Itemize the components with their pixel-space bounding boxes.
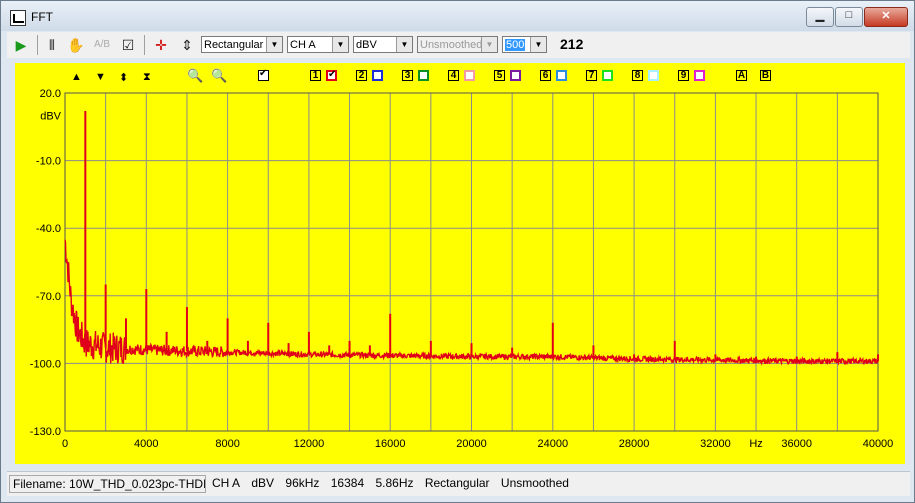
status-fft-size: 16384 xyxy=(330,476,365,490)
y-tick-label: -70.0 xyxy=(36,291,61,303)
fft-chart: 20.0 -10.0 -40.0 -70.0 -100.0 -130.0 dBV 0 4000 8… xyxy=(30,88,894,450)
y-tick-label: -10.0 xyxy=(36,156,61,168)
y-tick-label: -130.0 xyxy=(30,426,61,438)
x-tick-label: 12000 xyxy=(294,438,325,450)
x-tick-label: 40000 xyxy=(863,438,894,450)
status-filename: Filename: 10W_THD_0.023pc-THDN_0.xxx xyxy=(9,475,206,493)
x-tick-label: 8000 xyxy=(215,438,239,450)
status-bar: Filename: 10W_THD_0.023pc-THDN_0.xxx CH … xyxy=(7,471,910,496)
y-tick-label: -40.0 xyxy=(36,223,61,235)
x-axis-label: Hz xyxy=(749,438,762,450)
status-sample-rate: 96kHz xyxy=(285,476,320,490)
x-tick-label: 0 xyxy=(62,438,68,450)
y-axis-label: dBV xyxy=(40,111,61,123)
status-window: Rectangular xyxy=(424,476,490,490)
x-tick-label: 24000 xyxy=(538,438,569,450)
x-tick-label: 32000 xyxy=(700,438,731,450)
fft-window: FFT ▁ □ ✕ ▶ ⫴ ✋ A/B ☑ ✛ ⇕ Rectangular ▼ C… xyxy=(0,0,915,503)
x-tick-label: 28000 xyxy=(619,438,650,450)
x-tick-label: 20000 xyxy=(456,438,487,450)
y-tick-label: -100.0 xyxy=(30,358,61,370)
x-tick-label: 36000 xyxy=(781,438,812,450)
y-tick-label: 20.0 xyxy=(40,88,61,100)
status-units: dBV xyxy=(251,476,275,490)
x-tick-label: 4000 xyxy=(134,438,158,450)
status-channel: CH A xyxy=(212,476,241,490)
status-resolution: 5.86Hz xyxy=(375,476,414,490)
status-smoothing: Unsmoothed xyxy=(500,476,569,490)
x-tick-label: 16000 xyxy=(375,438,406,450)
